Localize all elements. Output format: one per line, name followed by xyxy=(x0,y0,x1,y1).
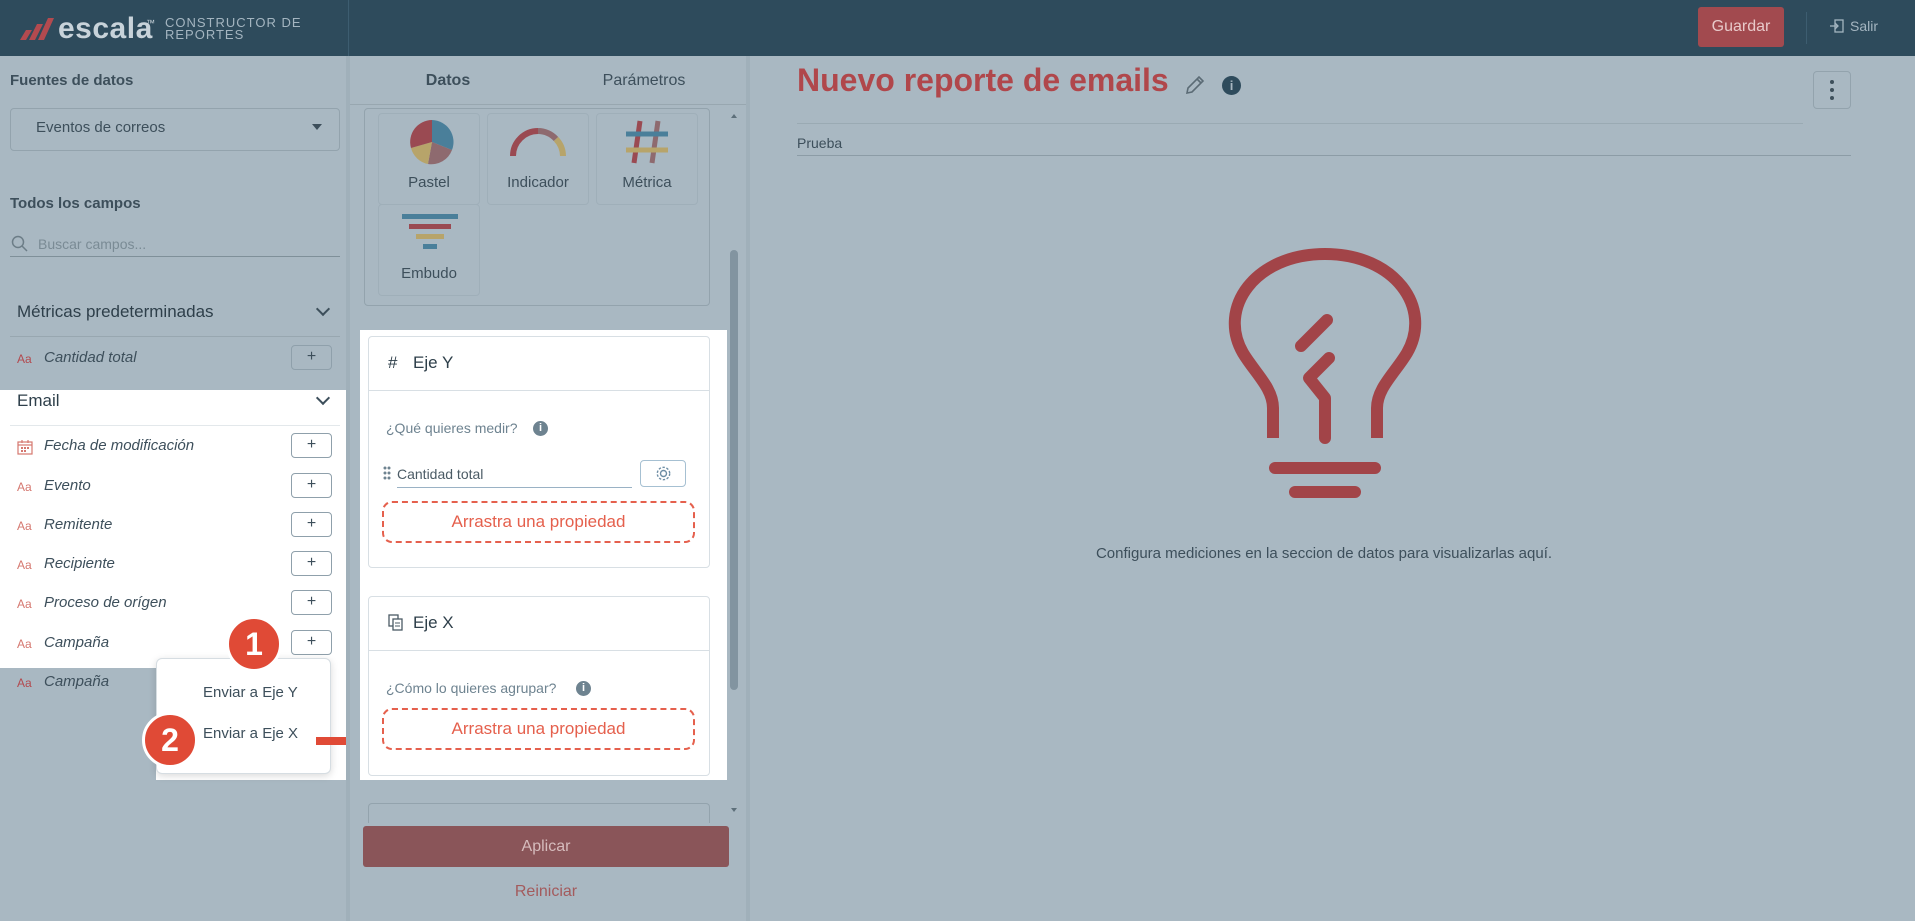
next-card-edge xyxy=(368,803,710,823)
brand-name: escala xyxy=(58,12,153,45)
measure-item-label[interactable]: Cantidad total xyxy=(397,466,483,482)
middle-scrollbar[interactable] xyxy=(730,250,738,690)
hash-icon xyxy=(626,120,668,164)
axis-y-drop-zone[interactable]: Arrastra una propiedad xyxy=(382,501,695,543)
search-icon xyxy=(11,235,28,252)
logout-icon[interactable] xyxy=(1830,19,1844,33)
brand-subtitle-line-2: REPORTES xyxy=(165,27,245,42)
info-icon[interactable]: i xyxy=(576,681,591,696)
step-callout-1: 1 xyxy=(226,616,282,672)
copy-icon xyxy=(388,614,403,631)
brand-subtitle: CONSTRUCTOR DE REPORTES xyxy=(165,16,302,42)
drag-handle-icon[interactable] xyxy=(383,466,391,482)
field-item-label[interactable]: Campaña xyxy=(44,673,109,690)
info-icon[interactable]: i xyxy=(1222,76,1241,95)
chart-option-label: Embudo xyxy=(401,265,457,282)
divider xyxy=(1806,12,1807,44)
group-default-metrics-title[interactable]: Métricas predeterminadas xyxy=(17,302,214,322)
all-fields-title: Todos los campos xyxy=(10,195,141,212)
caret-down-icon xyxy=(312,124,322,130)
gear-icon xyxy=(656,466,671,481)
tab-data[interactable]: Datos xyxy=(350,72,546,90)
text-type-icon: Aa xyxy=(17,597,32,611)
measure-underline xyxy=(397,487,632,488)
menu-item-send-y[interactable]: Enviar a Eje Y xyxy=(203,684,298,701)
field-item-label[interactable]: Proceso de orígen xyxy=(44,594,167,611)
save-button[interactable]: Guardar xyxy=(1698,7,1784,47)
axis-x-title: Eje X xyxy=(413,613,454,632)
axis-x-drop-zone[interactable]: Arrastra una propiedad xyxy=(382,708,695,750)
lightbulb-icon xyxy=(1228,248,1422,498)
axis-y-title: Eje Y xyxy=(413,353,454,372)
report-description[interactable]: Prueba xyxy=(797,135,842,151)
text-type-icon: Aa xyxy=(17,558,32,572)
escala-logo-icon xyxy=(20,18,54,40)
brand-trademark: ™ xyxy=(146,18,155,28)
description-underline xyxy=(797,155,1851,156)
hash-icon: # xyxy=(388,353,398,372)
add-field-button[interactable]: + xyxy=(291,473,332,498)
text-type-icon: Aa xyxy=(17,519,32,533)
divider xyxy=(348,0,349,56)
divider xyxy=(10,425,340,426)
report-title[interactable]: Nuevo reporte de emails xyxy=(797,62,1169,99)
apply-button[interactable]: Aplicar xyxy=(363,826,729,867)
exit-link[interactable]: Salir xyxy=(1850,18,1878,34)
tab-parameters[interactable]: Parámetros xyxy=(546,72,742,90)
add-field-button[interactable]: + xyxy=(291,433,332,458)
text-type-icon: Aa xyxy=(17,676,32,690)
info-icon[interactable]: i xyxy=(533,421,548,436)
chart-option-label: Pastel xyxy=(408,174,450,191)
kebab-menu-icon xyxy=(1830,80,1834,100)
group-email-title[interactable]: Email xyxy=(17,391,60,411)
reset-link[interactable]: Reiniciar xyxy=(363,883,729,901)
text-type-icon: Aa xyxy=(17,352,32,366)
axis-y-question: ¿Qué quieres medir? xyxy=(386,420,518,436)
add-field-button[interactable]: + xyxy=(291,630,332,655)
data-sources-title: Fuentes de datos xyxy=(10,72,134,89)
funnel-icon xyxy=(402,214,458,249)
field-item-label[interactable]: Recipiente xyxy=(44,555,115,572)
axis-x-question: ¿Cómo lo quieres agrupar? xyxy=(386,680,557,696)
field-search-input[interactable]: Buscar campos... xyxy=(38,236,146,252)
step-callout-2: 2 xyxy=(142,712,198,768)
text-type-icon: Aa xyxy=(17,480,32,494)
add-field-button[interactable]: + xyxy=(291,512,332,537)
chart-option-label: Métrica xyxy=(622,174,672,191)
text-type-icon: Aa xyxy=(17,637,32,651)
add-field-button[interactable]: + xyxy=(291,551,332,576)
scroll-down-icon[interactable] xyxy=(730,806,738,814)
pencil-icon[interactable] xyxy=(1183,73,1207,97)
divider xyxy=(10,336,340,337)
title-divider xyxy=(797,123,1803,124)
tabs-divider xyxy=(350,104,746,105)
empty-state-message: Configura mediciones en la seccion de da… xyxy=(1095,545,1553,562)
search-underline xyxy=(10,256,340,257)
add-field-button[interactable]: + xyxy=(291,345,332,370)
divider xyxy=(369,390,709,391)
field-item-label[interactable]: Campaña xyxy=(44,634,109,651)
field-item-label[interactable]: Fecha de modificación xyxy=(44,437,194,454)
divider xyxy=(369,650,709,651)
field-item-label[interactable]: Evento xyxy=(44,477,91,494)
menu-item-send-x[interactable]: Enviar a Eje X xyxy=(203,725,298,742)
add-field-button[interactable]: + xyxy=(291,590,332,615)
scroll-up-icon[interactable] xyxy=(730,112,738,120)
pie-chart-icon xyxy=(410,120,454,165)
field-item-label[interactable]: Remitente xyxy=(44,516,112,533)
calendar-icon xyxy=(17,440,33,455)
gauge-icon xyxy=(510,128,566,157)
chart-option-label: Indicador xyxy=(507,174,569,191)
field-item-label[interactable]: Cantidad total xyxy=(44,349,137,366)
data-source-selected-value: Eventos de correos xyxy=(36,119,166,136)
panel-divider xyxy=(746,56,750,921)
